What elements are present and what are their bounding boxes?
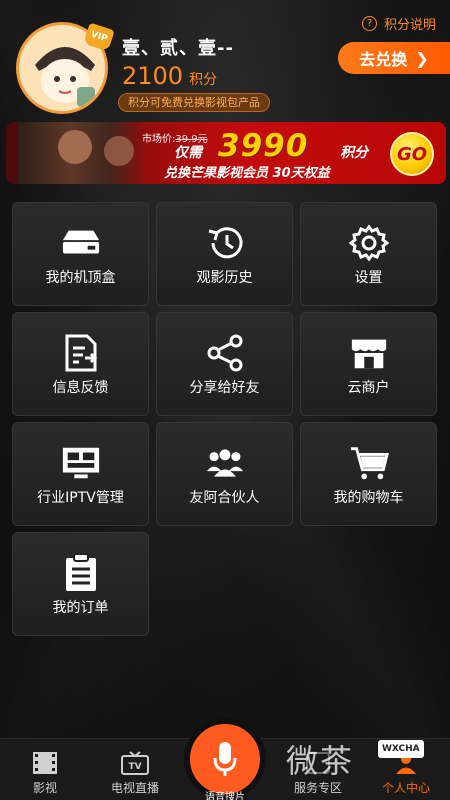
cart-icon bbox=[349, 445, 389, 481]
tab-label: 电视直播 bbox=[110, 781, 159, 795]
points-help-link[interactable]: ? 积分说明 bbox=[361, 14, 436, 33]
tile-label: 行业IPTV管理 bbox=[37, 490, 124, 506]
tile-label: 我的购物车 bbox=[333, 490, 404, 506]
banner-image bbox=[18, 122, 148, 184]
share-icon bbox=[205, 334, 245, 372]
points-value: 2100 bbox=[122, 62, 184, 90]
tile-label: 我的机顶盒 bbox=[45, 270, 116, 286]
tile-feedback[interactable]: 信息反馈 bbox=[12, 312, 149, 416]
banner-description: 兑换芒果影视会员 30天权益 bbox=[164, 166, 330, 181]
redeem-button[interactable]: 去兑换 ❯ bbox=[338, 42, 450, 74]
banner-price: 3990 bbox=[218, 128, 309, 164]
banner-need-label: 仅需 bbox=[174, 145, 202, 161]
set-top-box-icon bbox=[61, 225, 101, 261]
tab-label: 影视 bbox=[32, 781, 57, 795]
tab-tv-live[interactable]: TV 电视直播 bbox=[95, 739, 175, 800]
tile-label: 信息反馈 bbox=[52, 380, 109, 396]
history-icon bbox=[205, 225, 245, 261]
tile-label: 我的订单 bbox=[52, 600, 109, 616]
promo-banner[interactable]: 市场价:39.9元 仅需 3990 积分 兑换芒果影视会员 30天权益 GO bbox=[6, 122, 446, 184]
film-icon bbox=[32, 751, 58, 779]
tile-label: 分享给好友 bbox=[189, 380, 260, 396]
tab-label: 个人中心 bbox=[381, 781, 430, 795]
watermark-text: 微茶 bbox=[286, 742, 355, 780]
question-icon: ? bbox=[361, 16, 377, 31]
points-help-label: 积分说明 bbox=[383, 18, 436, 33]
watermark-badge: WXCHA bbox=[378, 740, 424, 758]
redeem-label: 去兑换 bbox=[359, 50, 408, 69]
points-display: 2100 积分 bbox=[122, 62, 217, 90]
tile-shopping-cart[interactable]: 我的购物车 bbox=[300, 422, 437, 526]
tile-share[interactable]: 分享给好友 bbox=[156, 312, 293, 416]
points-note: 积分可免费兑换影视包产品 bbox=[118, 93, 270, 112]
chevron-right-icon: ❯ bbox=[415, 48, 429, 68]
tile-label: 观影历史 bbox=[196, 270, 253, 286]
tile-settings[interactable]: 设置 bbox=[300, 202, 437, 306]
banner-market-prefix: 市场价: bbox=[142, 134, 176, 145]
tv-glyph: TV bbox=[128, 762, 141, 772]
banner-go-button[interactable]: GO bbox=[390, 132, 434, 176]
feedback-icon bbox=[61, 334, 101, 372]
iptv-monitor-icon bbox=[61, 445, 101, 481]
tab-movies[interactable]: 影视 bbox=[5, 739, 85, 800]
tile-label: 云商户 bbox=[347, 380, 390, 396]
tile-watch-history[interactable]: 观影历史 bbox=[156, 202, 293, 306]
tile-iptv-management[interactable]: 行业IPTV管理 bbox=[12, 422, 149, 526]
tile-partners[interactable]: 友阿合伙人 bbox=[156, 422, 293, 526]
username: 壹、贰、壹-- bbox=[122, 38, 234, 59]
tile-set-top-box[interactable]: 我的机顶盒 bbox=[12, 202, 149, 306]
voice-search-label: 语音搜片 bbox=[205, 792, 245, 800]
points-unit: 积分 bbox=[189, 72, 218, 88]
profile-header: VIP 壹、贰、壹-- 2100 积分 积分可免费兑换影视包产品 ? 积分说明 … bbox=[0, 0, 450, 118]
microphone-icon bbox=[213, 742, 237, 776]
store-icon bbox=[349, 335, 389, 371]
gear-icon bbox=[348, 224, 389, 262]
tile-my-orders[interactable]: 我的订单 bbox=[12, 532, 149, 636]
partners-icon bbox=[205, 445, 245, 481]
tile-label: 友阿合伙人 bbox=[189, 490, 260, 506]
tile-cloud-merchant[interactable]: 云商户 bbox=[300, 312, 437, 416]
tv-icon: TV bbox=[121, 751, 149, 779]
clipboard-icon bbox=[61, 553, 101, 591]
tile-label: 设置 bbox=[354, 270, 383, 286]
banner-price-unit: 积分 bbox=[340, 145, 368, 161]
